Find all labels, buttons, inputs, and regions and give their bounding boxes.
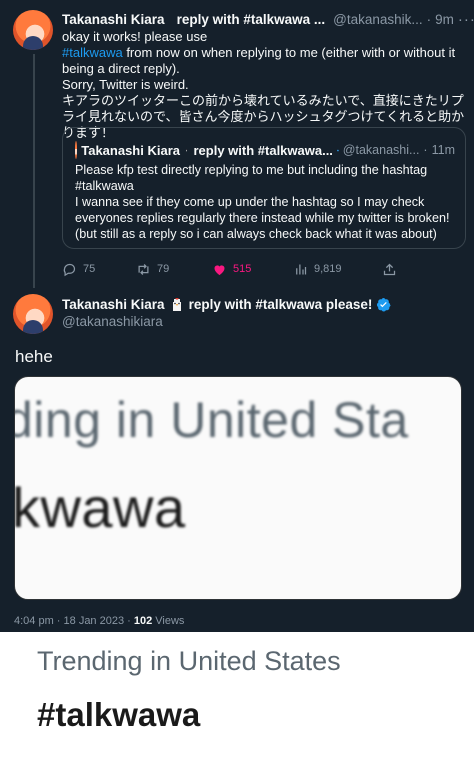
quote-author-handle: @takanashi...	[342, 143, 420, 157]
hashtag-link[interactable]: #talkwawa	[62, 45, 123, 60]
tweet-image[interactable]: ding in United Sta lkwawa	[14, 376, 462, 600]
tweet-line: Sorry, Twitter is weird.	[62, 77, 189, 92]
like-button[interactable]: 515	[212, 259, 251, 279]
chicken-emoji-icon	[186, 149, 188, 151]
author-handle[interactable]: @takanashikiara	[62, 314, 163, 329]
tweet-line: okay it works! please use	[62, 29, 208, 44]
views-count: 9,819	[314, 263, 342, 275]
quote-text: Please kfp test directly replying to me …	[75, 162, 460, 242]
verified-badge-icon	[377, 297, 391, 312]
tweet-header: Takanashi Kiara reply with #talkwawa ...…	[62, 10, 474, 28]
tweet-thread: Takanashi Kiara reply with #talkwawa ...…	[0, 0, 474, 632]
quote-header: Takanashi Kiara reply with #talkwawa... …	[75, 141, 455, 159]
trending-hashtag: #talkwawa	[37, 696, 201, 733]
trending-screenshot: Trending in United States #talkwawa	[0, 632, 474, 768]
author-name-suffix: reply with #talkwawa please!	[188, 297, 373, 312]
tweet-text: hehe	[15, 347, 53, 366]
quote-tweet[interactable]: Takanashi Kiara reply with #talkwawa... …	[62, 127, 466, 249]
quote-author-name: Takanashi Kiara	[81, 142, 180, 158]
separator-dot: ·	[423, 143, 428, 157]
share-button[interactable]	[382, 259, 397, 279]
author-handle[interactable]: @takanashik...	[333, 12, 423, 27]
quote-line: Please kfp test directly replying to me …	[75, 163, 428, 177]
like-count: 515	[233, 263, 252, 275]
chicken-emoji-icon	[172, 298, 181, 311]
heart-icon	[214, 264, 225, 275]
avatar[interactable]	[13, 294, 53, 334]
separator-dot: ·	[426, 11, 432, 27]
author-name[interactable]: Takanashi Kiara	[62, 12, 165, 27]
share-icon	[383, 263, 396, 275]
quote-line: I wanna see if they come up under the ha…	[75, 195, 450, 241]
image-hashtag-text: lkwawa	[14, 476, 186, 539]
tweet-actions: 75 79 515 9,819	[62, 259, 466, 279]
quote-avatar	[75, 141, 78, 159]
views-button[interactable]: 9,819	[293, 259, 342, 279]
image-trending-text: ding in United Sta	[14, 392, 409, 448]
tweet-header: Takanashi Kiara reply with #talkwawa ple…	[62, 297, 391, 312]
retweet-icon	[138, 263, 149, 275]
tweet-text: okay it works! please use #talkwawa from…	[62, 29, 466, 141]
views-label: Views	[152, 615, 185, 627]
reply-count: 75	[83, 263, 96, 275]
tweet-timestamp[interactable]: 4:04 pm · 18 Jan 2023 ·	[14, 615, 134, 627]
quote-time: 11m	[431, 143, 455, 157]
retweet-button[interactable]: 79	[136, 259, 169, 279]
author-name-suffix: reply with #talkwawa ...	[176, 11, 326, 27]
more-options-icon[interactable]: ···	[458, 11, 474, 28]
author-name[interactable]: Takanashi Kiara	[62, 297, 165, 312]
tweet-time[interactable]: 9m	[435, 12, 454, 27]
avatar[interactable]	[13, 10, 53, 50]
reply-button[interactable]: 75	[62, 259, 95, 279]
thread-line	[33, 54, 35, 288]
tweet-meta: 4:04 pm · 18 Jan 2023 · 102 Views	[14, 615, 184, 627]
retweet-count: 79	[157, 263, 170, 275]
analytics-icon	[296, 264, 307, 274]
views-number: 102	[133, 615, 153, 627]
reply-icon	[63, 263, 76, 276]
verified-badge-icon	[337, 149, 339, 151]
quote-line: #talkwawa	[75, 179, 134, 193]
trending-location: Trending in United States	[37, 646, 341, 676]
quote-author-name-suffix: reply with #talkwawa...	[193, 142, 333, 158]
